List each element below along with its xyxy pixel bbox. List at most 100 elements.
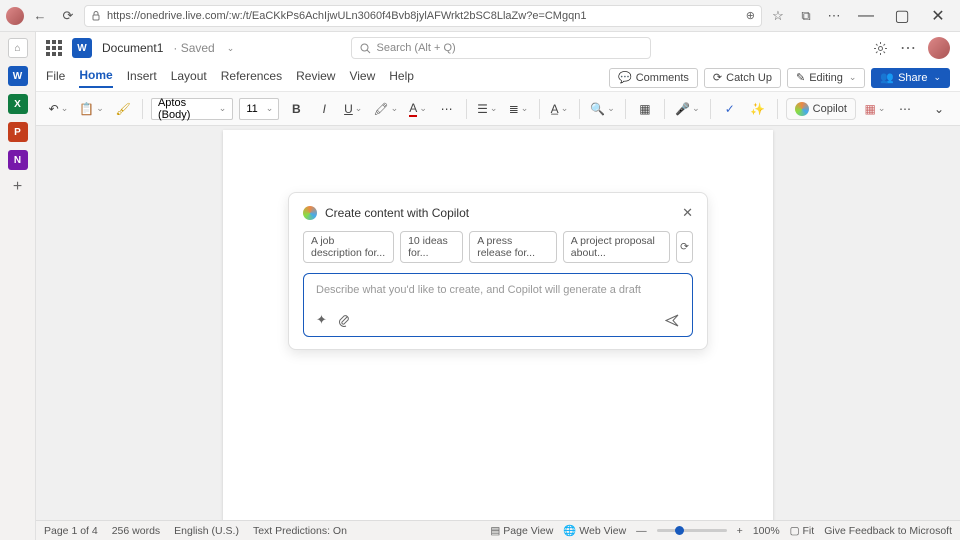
fit-button[interactable]: ▢ Fit xyxy=(790,525,815,537)
app-area: W Document1 · Saved ⌄ Search (Alt + Q) ⋯… xyxy=(36,32,960,540)
more-icon[interactable]: ⋯ xyxy=(900,38,916,58)
pencil-icon: ✎ xyxy=(796,71,805,84)
more-font-button[interactable]: ⋯ xyxy=(436,98,458,120)
favorites-icon[interactable]: ☆ xyxy=(766,4,790,28)
suggestion-chip[interactable]: A project proposal about... xyxy=(563,231,670,263)
zoom-in-button[interactable]: + xyxy=(737,525,743,537)
document-page[interactable]: Create content with Copilot ✕ A job desc… xyxy=(223,130,773,520)
browser-menu-icon[interactable]: ⋯ xyxy=(822,4,846,28)
highlight-button[interactable]: 🖍⌄ xyxy=(371,98,400,120)
lock-icon xyxy=(91,11,101,21)
zoom-slider[interactable] xyxy=(657,529,727,532)
font-size-selector[interactable]: 11⌄ xyxy=(239,98,279,120)
document-title[interactable]: Document1 xyxy=(102,41,163,55)
copilot-ribbon-button[interactable]: Copilot xyxy=(786,98,856,120)
prompt-placeholder: Describe what you'd like to create, and … xyxy=(316,284,680,296)
ribbon-tabs: File Home Insert Layout References Revie… xyxy=(36,64,960,92)
user-avatar-icon[interactable] xyxy=(928,37,950,59)
tab-view[interactable]: View xyxy=(349,69,375,87)
rail-onenote-icon[interactable]: N xyxy=(8,150,28,170)
italic-button[interactable]: I xyxy=(313,98,335,120)
app-rail: ⌂ W X P N + xyxy=(0,32,36,540)
rail-home-icon[interactable]: ⌂ xyxy=(8,38,28,58)
bold-button[interactable]: B xyxy=(285,98,307,120)
app-launcher-icon[interactable] xyxy=(46,40,62,56)
close-button[interactable]: ✕ xyxy=(682,205,693,221)
more-ribbon-button[interactable]: ⋯ xyxy=(894,98,916,120)
tab-home[interactable]: Home xyxy=(79,68,112,88)
copilot-prompt-input[interactable]: Describe what you'd like to create, and … xyxy=(303,273,693,337)
find-button[interactable]: 🔍⌄ xyxy=(588,98,617,120)
grid-button[interactable]: ▦⌄ xyxy=(862,98,888,120)
url-input[interactable] xyxy=(107,10,740,22)
comments-icon: 💬 xyxy=(618,71,632,84)
collapse-ribbon-button[interactable]: ⌄ xyxy=(928,98,950,120)
title-chevron-icon[interactable]: ⌄ xyxy=(227,43,235,54)
tab-file[interactable]: File xyxy=(46,69,65,87)
word-count[interactable]: 256 words xyxy=(112,525,160,537)
underline-button[interactable]: U⌄ xyxy=(341,98,365,120)
tab-review[interactable]: Review xyxy=(296,69,335,87)
search-box[interactable]: Search (Alt + Q) xyxy=(351,37,651,59)
minimize-button[interactable]: — xyxy=(850,2,882,30)
tab-insert[interactable]: Insert xyxy=(127,69,157,87)
browser-titlebar: ← ⟳ ⊕ ☆ ⧉ ⋯ — ▢ ✕ xyxy=(0,0,960,32)
rail-add-icon[interactable]: + xyxy=(13,178,22,196)
maximize-button[interactable]: ▢ xyxy=(886,2,918,30)
format-painter-button[interactable]: 🖌 xyxy=(112,98,134,120)
profile-avatar-icon[interactable] xyxy=(6,7,24,25)
attach-icon[interactable] xyxy=(337,314,350,327)
refresh-button[interactable]: ⟳ xyxy=(56,4,80,28)
send-button[interactable] xyxy=(665,313,680,328)
dictate-button[interactable]: 🎤⌄ xyxy=(673,98,702,120)
copilot-icon xyxy=(303,206,317,220)
sparkle-icon[interactable]: ✦ xyxy=(316,312,327,328)
share-button[interactable]: 👥Share⌄ xyxy=(871,68,950,88)
collections-icon[interactable]: ⧉ xyxy=(794,4,818,28)
copilot-icon xyxy=(795,102,809,116)
tab-layout[interactable]: Layout xyxy=(171,69,207,87)
share-icon: 👥 xyxy=(880,71,894,84)
comments-button[interactable]: 💬Comments xyxy=(609,68,698,88)
bullets-button[interactable]: ☰⌄ xyxy=(475,98,501,120)
font-selector[interactable]: Aptos (Body)⌄ xyxy=(151,98,233,120)
tab-help[interactable]: Help xyxy=(389,69,414,87)
status-bar: Page 1 of 4 256 words English (U.S.) Tex… xyxy=(36,520,960,540)
language-status[interactable]: English (U.S.) xyxy=(174,525,239,537)
page-count[interactable]: Page 1 of 4 xyxy=(44,525,98,537)
refresh-suggestions-button[interactable]: ⟳ xyxy=(676,231,693,263)
copilot-card-title: Create content with Copilot xyxy=(325,206,674,220)
web-view-button[interactable]: 🌐 Web View xyxy=(563,524,626,537)
read-aloud-icon[interactable]: ⊕ xyxy=(746,9,755,22)
feedback-link[interactable]: Give Feedback to Microsoft xyxy=(824,525,952,537)
styles-button[interactable]: A̲⌄ xyxy=(548,98,571,120)
catchup-button[interactable]: ⟳Catch Up xyxy=(704,68,781,88)
word-app-icon: W xyxy=(72,38,92,58)
paste-button[interactable]: 📋⌄ xyxy=(77,98,106,120)
suggestion-chip[interactable]: A job description for... xyxy=(303,231,394,263)
back-button[interactable]: ← xyxy=(28,4,52,28)
editing-button[interactable]: ✎Editing⌄ xyxy=(787,68,865,88)
zoom-out-button[interactable]: — xyxy=(636,525,647,537)
page-view-button[interactable]: ▤ Page View xyxy=(490,525,553,537)
close-window-button[interactable]: ✕ xyxy=(922,2,954,30)
insert-button[interactable]: ▦ xyxy=(634,98,656,120)
zoom-level[interactable]: 100% xyxy=(753,525,780,537)
settings-icon[interactable] xyxy=(873,41,888,56)
font-color-button[interactable]: A⌄ xyxy=(406,98,429,120)
suggestion-chip[interactable]: A press release for... xyxy=(469,231,557,263)
catchup-icon: ⟳ xyxy=(713,71,722,84)
suggestion-chip[interactable]: 10 ideas for... xyxy=(400,231,463,263)
address-bar[interactable]: ⊕ xyxy=(84,5,762,27)
search-placeholder: Search (Alt + Q) xyxy=(377,42,456,54)
rail-powerpoint-icon[interactable]: P xyxy=(8,122,28,142)
predictions-status[interactable]: Text Predictions: On xyxy=(253,525,347,537)
rail-excel-icon[interactable]: X xyxy=(8,94,28,114)
designer-button[interactable]: ✨ xyxy=(747,98,769,120)
editor-button[interactable]: ✓ xyxy=(719,98,741,120)
tab-references[interactable]: References xyxy=(221,69,282,87)
rail-word-icon[interactable]: W xyxy=(8,66,28,86)
chevron-down-icon: ⌄ xyxy=(933,72,941,83)
numbering-button[interactable]: ≣⌄ xyxy=(506,98,531,120)
undo-button[interactable]: ↶⌄ xyxy=(46,98,71,120)
